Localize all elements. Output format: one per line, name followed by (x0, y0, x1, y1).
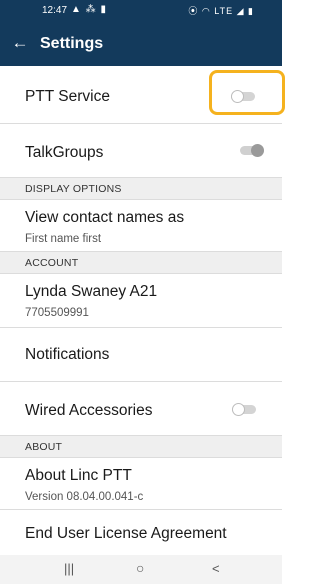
talkgroups-label: TalkGroups (25, 144, 104, 161)
about-linc-label: About Linc PTT (25, 467, 132, 484)
back-arrow-icon[interactable]: ← (10, 33, 30, 53)
about-linc-version: Version 08.04.00.041-c (25, 491, 144, 503)
about-linc-row[interactable]: About Linc PTT Version 08.04.00.041-c (0, 458, 282, 510)
account-row[interactable]: Lynda Swaney A21 7705509991 (0, 274, 282, 328)
account-name: Lynda Swaney A21 (25, 283, 158, 300)
system-nav-bar: ||| ○ < (0, 555, 282, 584)
recents-icon[interactable]: ||| (64, 561, 74, 576)
wired-accessories-toggle[interactable] (232, 403, 256, 416)
settings-list: PTT Service TalkGroups DISPLAY OPTIONS V… (0, 66, 282, 555)
notifications-row[interactable]: Notifications (0, 328, 282, 382)
eula-label: End User License Agreement (25, 525, 227, 542)
toggle-thumb (232, 403, 245, 416)
app-bar: ← Settings (0, 22, 282, 66)
account-number: 7705509991 (25, 307, 89, 319)
view-contact-names-value: First name first (25, 233, 102, 245)
notification-icons: ▲ ⁂ ▮ (71, 4, 107, 15)
talkgroups-row[interactable]: TalkGroups (0, 124, 282, 178)
eula-row[interactable]: End User License Agreement (0, 510, 282, 555)
wired-accessories-label: Wired Accessories (25, 402, 153, 419)
view-contact-names-label: View contact names as (25, 209, 185, 226)
wired-accessories-row[interactable]: Wired Accessories (0, 382, 282, 436)
talkgroups-toggle[interactable] (240, 144, 264, 157)
back-icon[interactable]: < (212, 561, 220, 576)
section-display-options: DISPLAY OPTIONS (0, 178, 282, 200)
view-contact-names-row[interactable]: View contact names as First name first (0, 200, 282, 252)
page-title: Settings (40, 35, 104, 52)
home-icon[interactable]: ○ (136, 560, 144, 576)
status-time: 12:47 (42, 5, 68, 16)
section-about-label: ABOUT (25, 441, 63, 453)
notifications-label: Notifications (25, 346, 110, 363)
highlight-annotation (209, 70, 285, 115)
section-account: ACCOUNT (0, 252, 282, 274)
toggle-thumb (251, 144, 264, 157)
ptt-service-label: PTT Service (25, 88, 110, 105)
section-about: ABOUT (0, 436, 282, 458)
section-account-label: ACCOUNT (25, 257, 79, 269)
signal-battery-icons: ⦿ ◠ LTE ◢ ▮ (188, 6, 254, 16)
section-display-options-label: DISPLAY OPTIONS (25, 183, 122, 195)
status-bar: 12:47 ▲ ⁂ ▮ ⦿ ◠ LTE ◢ ▮ (0, 0, 282, 22)
